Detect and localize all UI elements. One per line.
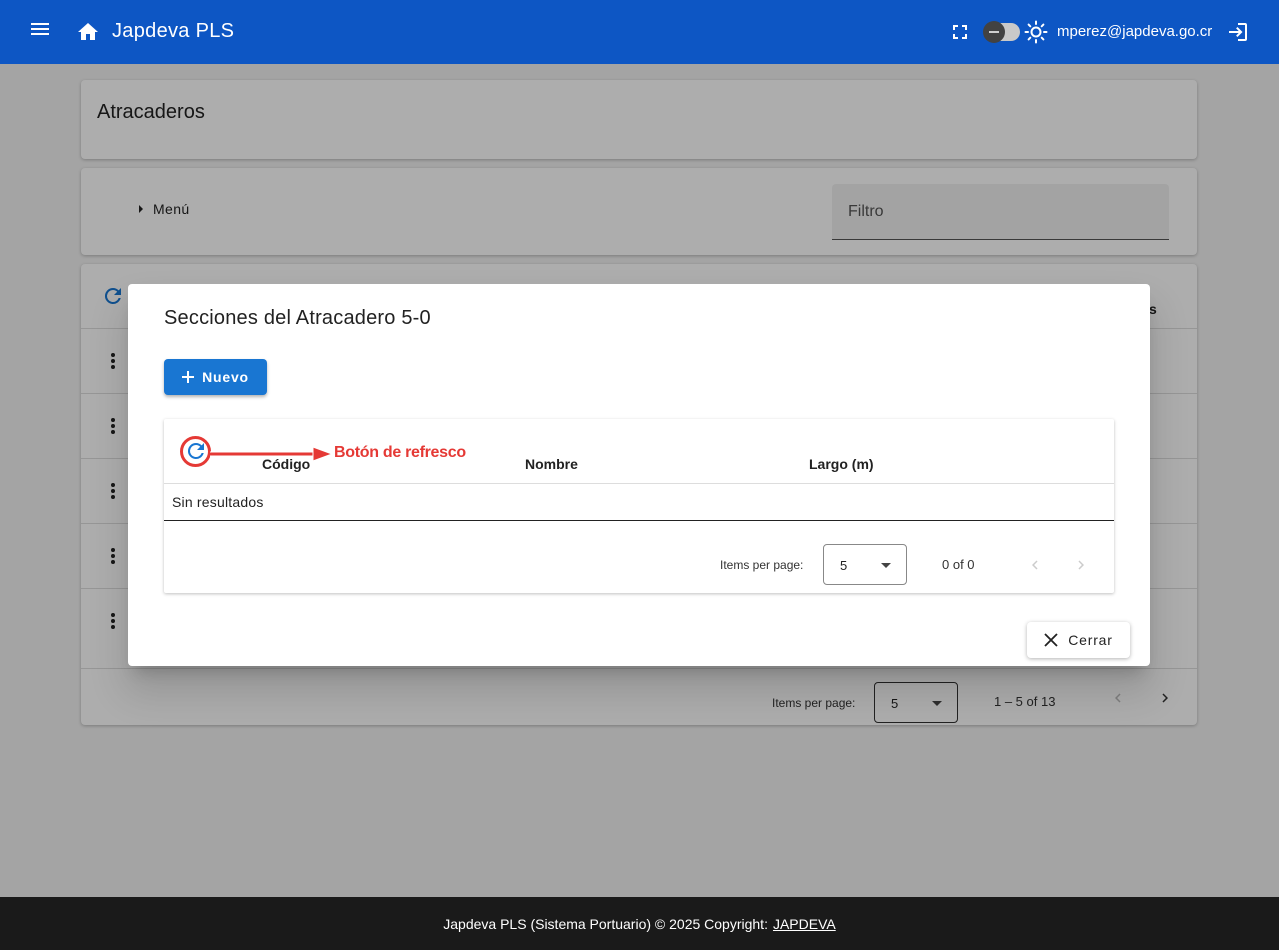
empty-state-text: Sin resultados	[172, 494, 264, 510]
close-button[interactable]: Cerrar	[1027, 622, 1130, 658]
annotation-label: Botón de refresco	[334, 444, 466, 461]
app-title[interactable]: Japdeva PLS	[112, 20, 234, 43]
logout-icon[interactable]	[1226, 20, 1250, 44]
chevron-left-icon[interactable]	[1026, 556, 1044, 574]
top-app-bar: Japdeva PLS mperez@japdeva.go.cr	[0, 0, 1279, 64]
plus-icon	[182, 371, 195, 383]
footer: Japdeva PLS (Sistema Portuario) © 2025 C…	[0, 897, 1279, 950]
sections-dialog: Secciones del Atracadero 5-0 Nuevo Códig…	[128, 284, 1150, 666]
new-button[interactable]: Nuevo	[164, 359, 267, 395]
annotation-arrow-icon	[210, 446, 334, 462]
close-icon	[1044, 633, 1058, 647]
annotation-circle	[180, 436, 211, 467]
toggle-knob	[983, 21, 1005, 43]
table-divider	[164, 520, 1114, 521]
menu-icon[interactable]	[28, 20, 52, 44]
column-header-nombre[interactable]: Nombre	[525, 456, 578, 472]
theme-toggle[interactable]	[983, 21, 1020, 43]
home-icon[interactable]	[76, 20, 100, 44]
dropdown-arrow-icon	[881, 563, 891, 568]
fullscreen-icon[interactable]	[948, 20, 972, 44]
items-per-page-value: 5	[840, 558, 848, 573]
new-button-label: Nuevo	[202, 369, 249, 385]
sun-icon	[1024, 20, 1048, 44]
column-header-largo[interactable]: Largo (m)	[809, 456, 874, 472]
items-per-page-label: Items per page:	[720, 558, 804, 572]
user-email: mperez@japdeva.go.cr	[1057, 23, 1213, 40]
footer-text: Japdeva PLS (Sistema Portuario) © 2025 C…	[443, 915, 768, 932]
range-label: 0 of 0	[942, 557, 975, 572]
dialog-title: Secciones del Atracadero 5-0	[164, 307, 431, 329]
footer-link[interactable]: JAPDEVA	[773, 916, 836, 932]
items-per-page-select[interactable]: 5	[823, 544, 907, 585]
close-button-label: Cerrar	[1068, 632, 1113, 648]
chevron-right-icon[interactable]	[1072, 556, 1090, 574]
